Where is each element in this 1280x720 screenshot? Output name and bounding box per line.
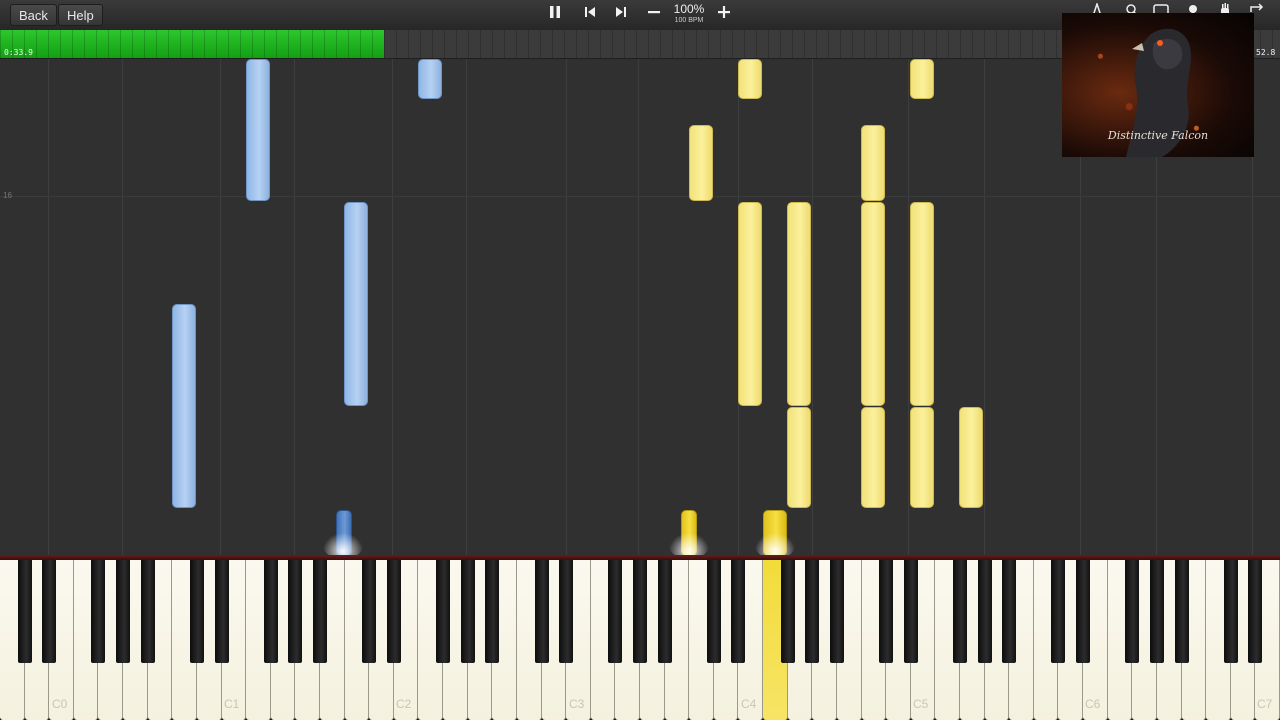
- black-key[interactable]: [436, 560, 451, 663]
- black-key[interactable]: [953, 560, 967, 663]
- black-key[interactable]: [1051, 560, 1066, 663]
- black-key[interactable]: [263, 560, 278, 663]
- black-key[interactable]: [731, 560, 746, 663]
- octave-label: C1: [224, 697, 240, 711]
- black-key[interactable]: [706, 560, 721, 663]
- black-key[interactable]: [1149, 560, 1164, 663]
- channel-thumbnail: Distinctive Falcon: [1062, 13, 1254, 157]
- black-key[interactable]: [313, 560, 327, 663]
- back-button[interactable]: Back: [10, 4, 57, 26]
- octave-label: C5: [913, 697, 929, 711]
- grid-line: [294, 59, 295, 556]
- black-key[interactable]: [829, 560, 844, 663]
- grid-line: [48, 59, 49, 556]
- black-key[interactable]: [1248, 560, 1263, 663]
- black-key[interactable]: [485, 560, 500, 663]
- black-key[interactable]: [633, 560, 647, 663]
- speed-percent: 100%: [673, 2, 705, 16]
- black-key[interactable]: [42, 560, 57, 663]
- black-key[interactable]: [559, 560, 574, 663]
- tempo-label: 100 BPM: [674, 17, 704, 24]
- black-key[interactable]: [903, 560, 918, 663]
- note-left-hand: [172, 304, 196, 508]
- grid-line: [466, 59, 467, 556]
- octave-label: C4: [741, 697, 757, 711]
- black-key[interactable]: [977, 560, 992, 663]
- elapsed-time: 0:33.9: [4, 48, 33, 57]
- total-time: 52.8: [1256, 48, 1276, 57]
- note-right-hand: [959, 407, 983, 508]
- octave-label: C0: [52, 697, 68, 711]
- octave-label: C2: [396, 697, 412, 711]
- grid-line: [392, 59, 393, 556]
- plus-glyph: [718, 6, 730, 18]
- plus-icon[interactable]: [714, 5, 734, 25]
- black-key[interactable]: [189, 560, 204, 663]
- note-right-hand: [861, 125, 885, 201]
- black-key[interactable]: [17, 560, 32, 663]
- skip-back-glyph: [585, 7, 595, 17]
- pause-icon[interactable]: [545, 5, 565, 25]
- black-key[interactable]: [1174, 560, 1189, 663]
- skip-forward-icon[interactable]: [611, 5, 631, 25]
- minus-glyph: [648, 11, 660, 14]
- black-key[interactable]: [1002, 560, 1017, 663]
- speed-display: 100% 100 BPM: [668, 3, 710, 25]
- note-left-hand: [344, 202, 368, 406]
- grid-line: [122, 59, 123, 556]
- grid-line: [908, 59, 909, 556]
- grid-line: [566, 59, 567, 556]
- black-key[interactable]: [91, 560, 106, 663]
- note-left-hand: [246, 59, 270, 201]
- black-key[interactable]: [1125, 560, 1140, 663]
- skip-forward-glyph: [616, 7, 626, 17]
- note-left-hand: [418, 59, 442, 99]
- black-key[interactable]: [362, 560, 377, 663]
- black-key[interactable]: [780, 560, 795, 663]
- black-key[interactable]: [657, 560, 672, 663]
- minus-icon[interactable]: [644, 5, 664, 25]
- note-right-hand: [738, 202, 762, 406]
- black-key[interactable]: [288, 560, 303, 663]
- octave-label: C6: [1085, 697, 1101, 711]
- piano-keyboard[interactable]: [0, 560, 1280, 720]
- black-key[interactable]: [116, 560, 131, 663]
- black-key[interactable]: [608, 560, 623, 663]
- note-right-hand: [787, 407, 811, 508]
- black-key[interactable]: [1223, 560, 1238, 663]
- note-right-hand: [910, 407, 934, 508]
- black-key[interactable]: [534, 560, 549, 663]
- black-key[interactable]: [879, 560, 894, 663]
- skip-back-icon[interactable]: [580, 5, 600, 25]
- black-key[interactable]: [214, 560, 229, 663]
- grid-line: [220, 59, 221, 556]
- black-key[interactable]: [386, 560, 401, 663]
- note-right-hand: [910, 59, 934, 99]
- octave-label: C7: [1257, 697, 1273, 711]
- measure-number: 16: [3, 191, 12, 200]
- note-right-hand: [910, 202, 934, 406]
- black-key[interactable]: [1076, 560, 1091, 663]
- octave-label: C3: [569, 697, 585, 711]
- help-button[interactable]: Help: [58, 4, 103, 26]
- black-key[interactable]: [140, 560, 155, 663]
- grid-line: [984, 59, 985, 556]
- note-right-hand: [861, 202, 885, 406]
- grid-line: [638, 59, 639, 556]
- note-right-hand: [861, 407, 885, 508]
- note-right-hand: [787, 202, 811, 406]
- black-key[interactable]: [460, 560, 475, 663]
- pause-glyph: [550, 6, 560, 18]
- note-right-hand: [738, 59, 762, 99]
- black-key[interactable]: [805, 560, 820, 663]
- measure-line: [0, 196, 1280, 197]
- thumbnail-caption: Distinctive Falcon: [1107, 129, 1209, 142]
- note-right-hand: [689, 125, 713, 201]
- grid-line: [812, 59, 813, 556]
